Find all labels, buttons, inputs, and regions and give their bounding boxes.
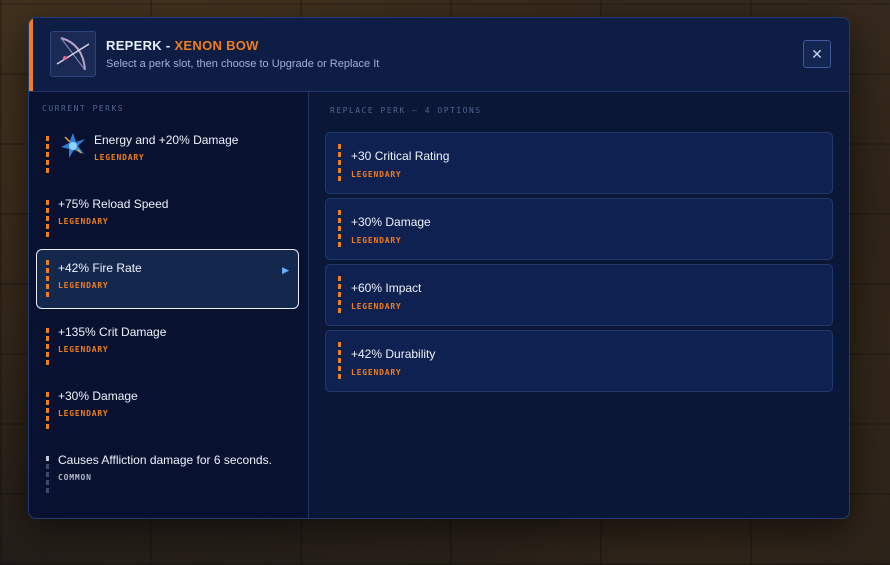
perk-slot-2[interactable]: +75% Reload Speed LEGENDARY bbox=[36, 190, 299, 250]
rarity-bar bbox=[46, 392, 49, 430]
title-separator: - bbox=[161, 38, 175, 53]
perk-slot-5[interactable]: +30% Damage LEGENDARY bbox=[36, 382, 299, 442]
rarity-bar bbox=[46, 328, 49, 366]
replace-perk-panel: REPLACE PERK — 4 OPTIONS +30 Critical Ra… bbox=[309, 92, 849, 518]
option-rarity: LEGENDARY bbox=[351, 236, 402, 245]
perk-slot-6[interactable]: Causes Affliction damage for 6 seconds. … bbox=[36, 446, 299, 506]
option-rarity: LEGENDARY bbox=[351, 368, 402, 377]
rarity-bar bbox=[338, 342, 341, 380]
replace-option-1[interactable]: +30 Critical Rating LEGENDARY bbox=[325, 132, 833, 194]
header-accent-bar bbox=[29, 18, 33, 91]
rarity-bar bbox=[46, 136, 49, 174]
replace-option-4[interactable]: +42% Durability LEGENDARY bbox=[325, 330, 833, 392]
weapon-name: XENON BOW bbox=[174, 38, 259, 53]
close-icon: ✕ bbox=[811, 45, 823, 62]
option-name: +42% Durability bbox=[351, 347, 436, 361]
rarity-bar bbox=[46, 200, 49, 238]
rarity-bar bbox=[338, 144, 341, 182]
energy-perk-icon bbox=[61, 133, 85, 158]
option-name: +30% Damage bbox=[351, 215, 431, 229]
perk-slot-1[interactable]: Energy and +20% Damage LEGENDARY bbox=[36, 126, 299, 186]
title-text: REPERK bbox=[106, 38, 162, 53]
perk-rarity: LEGENDARY bbox=[58, 281, 109, 290]
replace-perk-label: REPLACE PERK — 4 OPTIONS bbox=[330, 106, 482, 115]
rarity-bar bbox=[46, 260, 49, 298]
bow-icon bbox=[50, 31, 96, 77]
perk-slot-4[interactable]: +135% Crit Damage LEGENDARY bbox=[36, 318, 299, 378]
modal-header: REPERK - XENON BOW Select a perk slot, t… bbox=[29, 18, 849, 92]
modal-title: REPERK - XENON BOW bbox=[106, 38, 259, 53]
option-rarity: LEGENDARY bbox=[351, 170, 402, 179]
replace-option-3[interactable]: +60% Impact LEGENDARY bbox=[325, 264, 833, 326]
perk-rarity: LEGENDARY bbox=[58, 345, 109, 354]
reperk-modal: REPERK - XENON BOW Select a perk slot, t… bbox=[28, 17, 850, 519]
perk-name: Causes Affliction damage for 6 seconds. bbox=[58, 453, 272, 467]
perk-name: +42% Fire Rate bbox=[58, 261, 142, 275]
perk-name: +30% Damage bbox=[58, 389, 138, 403]
perk-rarity: LEGENDARY bbox=[94, 153, 145, 162]
option-name: +30 Critical Rating bbox=[351, 149, 450, 163]
perk-name: +75% Reload Speed bbox=[58, 197, 169, 211]
perk-name: +135% Crit Damage bbox=[58, 325, 167, 339]
rarity-bar bbox=[338, 210, 341, 248]
current-perks-label: CURRENT PERKS bbox=[42, 104, 125, 113]
modal-subtitle: Select a perk slot, then choose to Upgra… bbox=[106, 58, 380, 70]
perk-rarity: COMMON bbox=[58, 473, 92, 482]
replace-option-2[interactable]: +30% Damage LEGENDARY bbox=[325, 198, 833, 260]
perk-slot-3[interactable]: +42% Fire Rate LEGENDARY ▶ bbox=[36, 249, 299, 309]
play-arrow-icon: ▶ bbox=[282, 265, 289, 275]
close-button[interactable]: ✕ bbox=[803, 40, 831, 68]
current-perks-panel: CURRENT PERKS Energy and +20% Damage LEG… bbox=[29, 92, 309, 518]
option-rarity: LEGENDARY bbox=[351, 302, 402, 311]
rarity-bar bbox=[46, 456, 49, 494]
perk-name: Energy and +20% Damage bbox=[94, 133, 239, 147]
rarity-bar bbox=[338, 276, 341, 314]
perk-rarity: LEGENDARY bbox=[58, 409, 109, 418]
perk-rarity: LEGENDARY bbox=[58, 217, 109, 226]
option-name: +60% Impact bbox=[351, 281, 422, 295]
